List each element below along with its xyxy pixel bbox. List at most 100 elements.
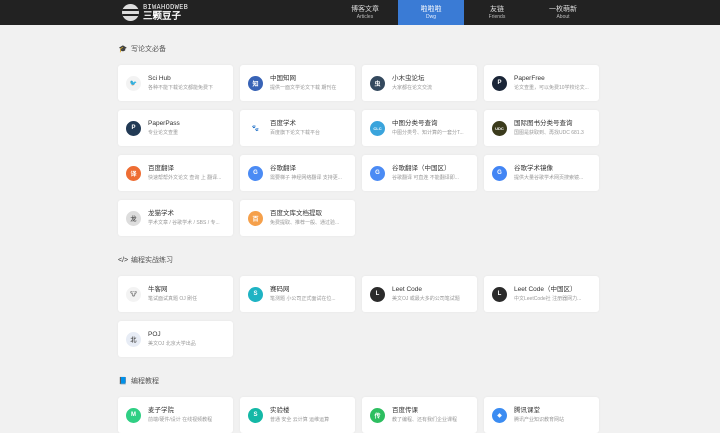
link-card[interactable]: S赛码网笔测题 小公司正式面试在位... <box>240 276 355 312</box>
card-description: 百度旗下论文下载平台 <box>270 129 349 137</box>
card-description: 免费提取、推荐一般、通过验... <box>270 219 349 227</box>
link-card[interactable]: CLC中图分类号查询中图分类号、知计算的一套分T... <box>362 110 477 146</box>
card-description: 笔试面试真题 OJ 刷任 <box>148 295 227 303</box>
link-card[interactable]: 知中国知网提供一面文学论文下载 期刊在 <box>240 65 355 101</box>
card-title: 实验楼 <box>270 406 349 415</box>
link-card[interactable]: LLeet Code美文OJ 或最大多的公司笔试题 <box>362 276 477 312</box>
card-description: 谷歌翻译 可直连 不能翻译即... <box>392 174 471 182</box>
link-card-grid: 🐦Sci Hub各种不能下载论文都能免费下知中国知网提供一面文学论文下载 期刊在… <box>118 65 600 236</box>
card-title: 腾讯课堂 <box>514 406 593 415</box>
nav-item-articles[interactable]: 博客文章Articles <box>332 0 398 25</box>
link-card[interactable]: ◆腾讯课堂腾讯产业知识教育网站 <box>484 397 599 433</box>
totoro-icon: 龙 <box>126 211 141 226</box>
link-card[interactable]: S 实验楼普通 安全 云计算 运维运算 <box>240 397 355 433</box>
baidu-wenku-icon: 百 <box>248 211 263 226</box>
nav-label-en: Friends <box>489 14 506 21</box>
nav-label-cn: 博客文章 <box>351 5 379 14</box>
section-title-text: 编程实战练习 <box>131 255 173 265</box>
link-card[interactable]: G谷歌学术镜像提供大量谷歌学术网页搜索镜... <box>484 155 599 191</box>
card-title: 百度文库文档提取 <box>270 209 349 218</box>
logo-text-cn: 三颗豆子 <box>143 12 188 22</box>
shiyanlou-icon: S <box>248 408 263 423</box>
nav-label-en: About <box>556 14 569 21</box>
section-title: 📘编程教程 <box>118 373 600 389</box>
section-title-text: 编程教程 <box>131 376 159 386</box>
nav-label-cn: 友链 <box>490 5 504 14</box>
card-title: POJ <box>148 330 227 339</box>
card-description: 需要梯子 神经网络翻译 支持更... <box>270 174 349 182</box>
card-description: 国图是获取到、再找UDC 681.3 <box>514 129 593 137</box>
book-icon: 📘 <box>118 377 128 385</box>
graduation-cap-icon: 🎓 <box>118 45 128 53</box>
link-card-grid: 🐮牛客网笔试面试真题 OJ 刷任S赛码网笔测题 小公司正式面试在位...LLee… <box>118 276 600 357</box>
card-title: Leet Code <box>392 285 471 294</box>
card-description: 普通 安全 云计算 运维运算 <box>270 416 349 424</box>
card-title: 国际图书分类号查询 <box>514 119 593 128</box>
card-title: PaperFree <box>514 74 593 83</box>
chuanke-icon: 传 <box>370 408 385 423</box>
main-content: 🎓写论文必备 🐦Sci Hub各种不能下载论文都能免费下知中国知网提供一面文学论文… <box>118 25 600 433</box>
card-description: 专业论文查重 <box>148 129 227 137</box>
nav-item-friends[interactable]: 友链Friends <box>464 0 530 25</box>
clc-icon: CLC <box>370 121 385 136</box>
card-description: 前端/硬件/设计 在线视频教程 <box>148 416 227 424</box>
paperpass-icon: P <box>126 121 141 136</box>
card-description: 大家都在论文交流 <box>392 84 471 92</box>
main-nav: 博客文章Articles啦啦啦Dwg友链Friends一枚萌新About <box>332 0 596 25</box>
nav-label-cn: 一枚萌新 <box>549 5 577 14</box>
card-description: 提供一面文学论文下载 期刊在 <box>270 84 349 92</box>
baidu-fanyi-icon: 译 <box>126 166 141 181</box>
card-description: 中图分类号、知计算的一套分T... <box>392 129 471 137</box>
section-title: 🎓写论文必备 <box>118 41 600 57</box>
card-description: 美文OJ 或最大多的公司笔试题 <box>392 295 471 303</box>
poj-icon: 北 <box>126 332 141 347</box>
link-card[interactable]: G谷歌翻译（中国区）谷歌翻译 可直连 不能翻译即... <box>362 155 477 191</box>
card-title: Leet Code（中国区） <box>514 285 593 294</box>
section-title: </>编程实战练习 <box>118 252 600 268</box>
google-scholar-icon: G <box>492 166 507 181</box>
card-title: 谷歌翻译 <box>270 164 349 173</box>
card-title: 百度传课 <box>392 406 471 415</box>
nav-item-dwg[interactable]: 啦啦啦Dwg <box>398 0 464 25</box>
link-card[interactable]: G谷歌翻译需要梯子 神经网络翻译 支持更... <box>240 155 355 191</box>
link-card[interactable]: M 麦子学院前端/硬件/设计 在线视频教程 <box>118 397 233 433</box>
card-title: 百度学术 <box>270 119 349 128</box>
link-card[interactable]: 百百度文库文档提取免费提取、推荐一般、通过验... <box>240 200 355 236</box>
link-card[interactable]: UDC 国际图书分类号查询国图是获取到、再找UDC 681.3 <box>484 110 599 146</box>
logo-text-en: BIWAHODWEB <box>143 4 188 11</box>
link-card[interactable]: 虫小木虫论坛大家都在论文交流 <box>362 65 477 101</box>
code-icon: </> <box>118 257 128 264</box>
nav-label-en: Articles <box>357 14 373 21</box>
udc-icon: UDC <box>492 121 507 136</box>
card-description: 学术文章 / 谷歌学术 / SBS / 专... <box>148 219 227 227</box>
card-description: 中文LeetCode社 注册器网力... <box>514 295 593 303</box>
link-card[interactable]: LLeet Code（中国区）中文LeetCode社 注册器网力... <box>484 276 599 312</box>
card-title: PaperPass <box>148 119 227 128</box>
saima-icon: S <box>248 287 263 302</box>
card-description: 各种不能下载论文都能免费下 <box>148 84 227 92</box>
link-card[interactable]: 龙龙猫学术学术文章 / 谷歌学术 / SBS / 专... <box>118 200 233 236</box>
link-card[interactable]: P PaperPass专业论文查重 <box>118 110 233 146</box>
link-card[interactable]: 传百度传课教了编程、还有我们企业课程 <box>362 397 477 433</box>
link-card[interactable]: 译百度翻译快速帮帮外文论文 查询 上 翻译... <box>118 155 233 191</box>
card-title: 谷歌学术镜像 <box>514 164 593 173</box>
link-card[interactable]: 🐮牛客网笔试面试真题 OJ 刷任 <box>118 276 233 312</box>
maizi-icon: M <box>126 408 141 423</box>
section-title-text: 写论文必备 <box>131 44 166 54</box>
site-logo[interactable]: BIWAHODWEB 三颗豆子 <box>122 2 188 23</box>
link-card[interactable]: PPaperFree论文查重，可以免费10学校论文... <box>484 65 599 101</box>
card-title: 中国知网 <box>270 74 349 83</box>
card-title: 龙猫学术 <box>148 209 227 218</box>
link-card[interactable]: 北POJ美文OJ 北京大学出品 <box>118 321 233 357</box>
card-title: 赛码网 <box>270 285 349 294</box>
globe-logo-icon <box>122 4 139 21</box>
tencent-ke-icon: ◆ <box>492 408 507 423</box>
nav-label-cn: 啦啦啦 <box>421 5 442 14</box>
nav-item-about[interactable]: 一枚萌新About <box>530 0 596 25</box>
link-card[interactable]: 🐦Sci Hub各种不能下载论文都能免费下 <box>118 65 233 101</box>
card-description: 快速帮帮外文论文 查询 上 翻译... <box>148 174 227 182</box>
cnki-icon: 知 <box>248 76 263 91</box>
baidu-xueshu-icon: 🐾 <box>248 121 263 136</box>
link-card[interactable]: 🐾 百度学术百度旗下论文下载平台 <box>240 110 355 146</box>
card-title: 麦子学院 <box>148 406 227 415</box>
